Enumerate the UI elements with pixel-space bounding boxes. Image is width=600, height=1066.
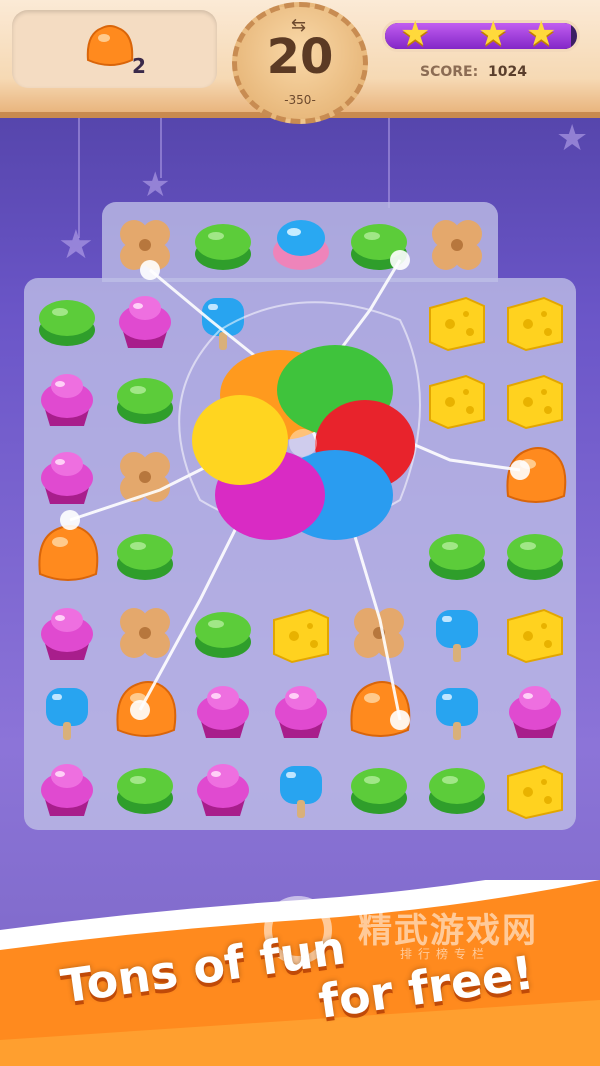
level-goal-panel: 2 bbox=[12, 10, 217, 88]
moves-left: 20 bbox=[266, 29, 334, 85]
hanging-string bbox=[388, 118, 390, 208]
hanging-star-decoration: ★ bbox=[140, 165, 171, 205]
score-label: SCORE: bbox=[420, 64, 479, 80]
moves-target: -350- bbox=[284, 93, 316, 107]
top-hud: 2 ⇆ 20 -350- ★ ★ ★ SCORE: 1024 bbox=[0, 0, 600, 124]
star-icon: ★ bbox=[526, 14, 557, 54]
star-icon: ★ bbox=[400, 14, 431, 54]
rainbow-flower-icon bbox=[192, 345, 415, 540]
moves-counter: ⇆ 20 -350- bbox=[232, 2, 368, 124]
score-value: 1024 bbox=[488, 64, 527, 80]
orange-jelly-icon bbox=[86, 25, 134, 66]
star-icon: ★ bbox=[478, 14, 509, 54]
goal-count: 2 bbox=[132, 54, 146, 78]
hanging-star-decoration: ★ bbox=[556, 118, 589, 159]
